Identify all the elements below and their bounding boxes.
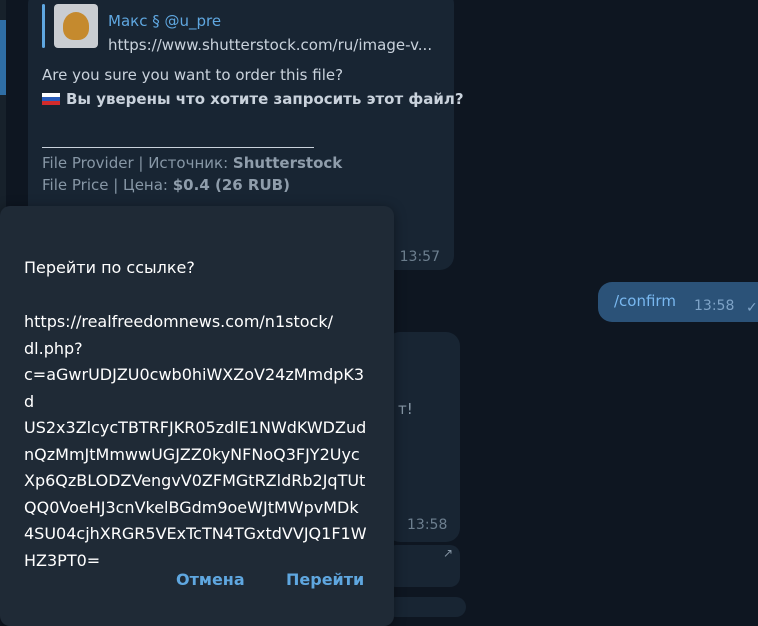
file-price-value: $0.4 (26 RUB) [172,176,290,194]
dialog-url-line: https://realfreedomnews.com/n1stock/ [24,312,333,331]
question-ru-text: Вы уверены что хотите запросить этот фай… [66,90,464,108]
incoming-message-bubble-3[interactable] [386,597,466,617]
dialog-url-line: Xp6QzBLODZVengvV0ZFMGtRZldRb2JqTUt [24,471,366,490]
message-text-fragment: т! [398,400,413,418]
selected-chat-indicator [0,20,6,95]
file-price-label: File Price | Цена: [42,176,173,194]
file-provider-value: Shutterstock [232,154,343,172]
divider-line [42,147,314,148]
dialog-url-line: c=aGwrUDJZU0cwb0hiWXZoV24zMmdpK3d [24,365,365,411]
reply-link-preview[interactable]: https://www.shutterstock.com/ru/image-v.… [108,36,432,54]
dialog-url-line: 4SU04cjhXRGR5VExTcTN4TGxtdVVJQ1F1W [24,524,367,543]
dialog-title: Перейти по ссылке? [24,258,195,277]
open-link-arrow-icon: ↗ [443,546,454,560]
dialog-url-line: dl.php? [24,338,83,358]
message-timestamp-2: 13:58 [407,517,448,533]
dialog-url-line: nQzMmJtMmwwUGJZZ0kyNFNoQ3FJY2Uyc [24,444,360,464]
open-link-dialog: Перейти по ссылке? https://realfreedomne… [0,206,394,626]
russia-flag-icon [42,93,60,105]
outgoing-timestamp: 13:58 [694,298,735,314]
cancel-button[interactable]: Отмена [176,570,245,589]
question-ru-line: Вы уверены что хотите запросить этот фай… [42,90,464,108]
file-provider-label: File Provider | Источник: [42,154,233,172]
open-link-button[interactable]: Перейти [286,570,364,589]
outgoing-command-link[interactable]: /confirm [614,292,676,310]
file-price-line: File Price | Цена: $0.4 (26 RUB) [42,176,290,194]
dialog-url-text: https://realfreedomnews.com/n1stock/dl.p… [24,309,370,574]
reply-thumbnail-image[interactable] [54,4,98,48]
dialog-url-line: US2x3ZlcycTBTRFJKR05zdlE1NWdKWDZud [24,418,367,437]
incoming-message-bubble-2[interactable] [386,332,460,542]
reply-quote-bar [42,4,45,48]
question-en-text: Are you sure you want to order this file… [42,66,344,84]
reply-author-name[interactable]: Макс § @u_pre [108,12,221,30]
file-provider-line: File Provider | Источник: Shutterstock [42,154,342,172]
outgoing-message-bubble[interactable]: /confirm 13:58 ✓ [598,282,758,322]
dialog-url-line: QQ0VoeHJ3cnVkelBGdm9oeWJtMWpvMDk [24,497,359,517]
message-timestamp: 13:57 [399,249,440,265]
double-check-icon: ✓ [746,300,758,316]
